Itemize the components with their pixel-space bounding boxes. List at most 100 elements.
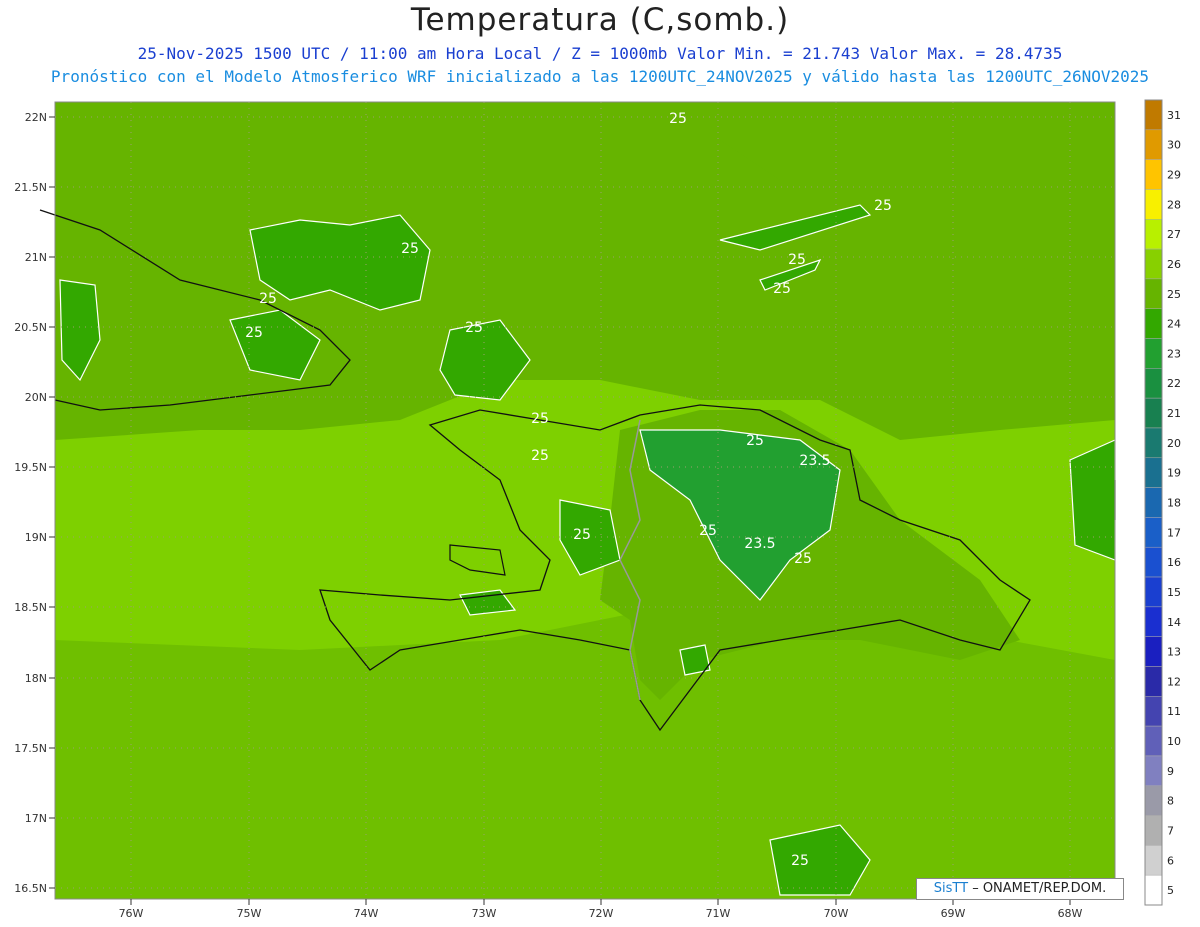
colorbar-swatch bbox=[1144, 189, 1163, 220]
colorbar-swatch bbox=[1144, 636, 1163, 667]
lat-label: 19N bbox=[25, 531, 47, 544]
colorbar-swatch bbox=[1144, 696, 1163, 727]
contour-label: 23.5 bbox=[744, 536, 775, 552]
colorbar-label: 31 bbox=[1167, 109, 1181, 122]
longitude-axis: 76W 75W 74W 73W 72W 71W 70W 69W 68W bbox=[119, 899, 1083, 920]
lat-label: 18N bbox=[25, 672, 47, 685]
contour-label: 25 bbox=[245, 325, 263, 341]
contour-label: 25 bbox=[699, 523, 717, 539]
lat-label: 17N bbox=[25, 812, 47, 825]
contour-label: 25 bbox=[746, 433, 764, 449]
colorbar-label: 14 bbox=[1167, 616, 1181, 629]
colorbar-label: 9 bbox=[1167, 765, 1174, 778]
colorbar-swatch bbox=[1144, 397, 1163, 429]
lon-label: 69W bbox=[941, 907, 966, 920]
contour-label: 25 bbox=[773, 281, 791, 297]
colorbar-label: 28 bbox=[1167, 198, 1181, 211]
lat-label: 20N bbox=[25, 391, 47, 404]
watermark: SisTT – ONAMET/REP.DOM. bbox=[916, 878, 1124, 900]
colorbar-swatch bbox=[1144, 546, 1163, 578]
colorbar-label: 19 bbox=[1167, 467, 1181, 480]
colorbar-swatch bbox=[1144, 129, 1163, 160]
colorbar-swatch bbox=[1144, 666, 1163, 697]
colorbar-label: 17 bbox=[1167, 526, 1181, 539]
colorbar-label: 30 bbox=[1167, 139, 1181, 152]
colorbar-label: 16 bbox=[1167, 556, 1181, 569]
colorbar: 31 30 29 28 27 26 25 24 23 22 21 20 19 18 17 16 15 14 13 12… bbox=[1144, 99, 1181, 906]
contour-label: 25 bbox=[531, 448, 549, 464]
lon-label: 68W bbox=[1058, 907, 1083, 920]
patch-barahona-25 bbox=[679, 644, 711, 676]
colorbar-label: 21 bbox=[1167, 407, 1181, 420]
colorbar-swatch bbox=[1144, 368, 1163, 399]
colorbar-swatch bbox=[1144, 487, 1163, 518]
temperature-map: 22N 21.5N 21N 20.5N 20N 19.5N 19N 18.5N 18N 17.5N… bbox=[14, 99, 1181, 920]
colorbar-label: 29 bbox=[1167, 169, 1181, 182]
colorbar-swatch bbox=[1144, 308, 1163, 339]
contour-label: 25 bbox=[401, 241, 419, 257]
colorbar-label: 20 bbox=[1167, 437, 1181, 450]
contour-label: 25 bbox=[531, 411, 549, 427]
lat-label: 16.5N bbox=[14, 882, 47, 895]
lon-label: 74W bbox=[354, 907, 379, 920]
lat-label: 17.5N bbox=[14, 742, 47, 755]
lat-label: 21.5N bbox=[14, 181, 47, 194]
colorbar-label: 23 bbox=[1167, 347, 1181, 360]
colorbar-label: 6 bbox=[1167, 854, 1174, 867]
contour-label: 23.5 bbox=[799, 453, 830, 469]
contour-label: 25 bbox=[465, 320, 483, 336]
patch-pr-25 bbox=[1069, 439, 1116, 561]
lon-label: 73W bbox=[472, 907, 497, 920]
colorbar-swatch bbox=[1144, 517, 1163, 548]
colorbar-swatch bbox=[1144, 159, 1163, 190]
lon-label: 75W bbox=[237, 907, 262, 920]
colorbar-swatch bbox=[1144, 815, 1163, 846]
colorbar-swatch bbox=[1144, 338, 1163, 369]
colorbar-label: 24 bbox=[1167, 318, 1181, 331]
watermark-text: – ONAMET/REP.DOM. bbox=[968, 881, 1107, 896]
contour-label: 25 bbox=[794, 551, 812, 567]
colorbar-label: 22 bbox=[1167, 377, 1181, 390]
colorbar-swatch bbox=[1144, 785, 1163, 816]
colorbar-swatch bbox=[1144, 576, 1163, 608]
colorbar-label: 25 bbox=[1167, 288, 1181, 301]
colorbar-swatch bbox=[1144, 845, 1163, 876]
colorbar-swatch bbox=[1144, 755, 1163, 786]
lon-label: 72W bbox=[589, 907, 614, 920]
colorbar-label: 5 bbox=[1167, 884, 1174, 897]
latitude-axis: 22N 21.5N 21N 20.5N 20N 19.5N 19N 18.5N 18N 17.5N… bbox=[14, 111, 55, 895]
colorbar-swatch bbox=[1144, 219, 1163, 250]
contour-label: 25 bbox=[669, 111, 687, 127]
colorbar-label: 27 bbox=[1167, 228, 1181, 241]
lon-label: 76W bbox=[119, 907, 144, 920]
colorbar-label: 18 bbox=[1167, 497, 1181, 510]
lat-label: 20.5N bbox=[14, 321, 47, 334]
colorbar-label: 11 bbox=[1167, 705, 1181, 718]
colorbar-label: 12 bbox=[1167, 675, 1181, 688]
colorbar-swatch bbox=[1144, 248, 1163, 280]
colorbar-label: 13 bbox=[1167, 646, 1181, 659]
colorbar-swatch bbox=[1144, 457, 1163, 488]
contour-label: 25 bbox=[874, 198, 892, 214]
colorbar-swatch bbox=[1144, 278, 1163, 309]
lat-label: 19.5N bbox=[14, 461, 47, 474]
lat-label: 21N bbox=[25, 251, 47, 264]
colorbar-swatch bbox=[1144, 874, 1163, 906]
lon-label: 70W bbox=[824, 907, 849, 920]
colorbar-label: 26 bbox=[1167, 258, 1181, 271]
colorbar-swatch bbox=[1144, 725, 1163, 757]
contour-label: 25 bbox=[259, 291, 277, 307]
colorbar-swatch bbox=[1144, 427, 1163, 459]
colorbar-label: 8 bbox=[1167, 795, 1174, 808]
lat-label: 18.5N bbox=[14, 601, 47, 614]
lon-label: 71W bbox=[706, 907, 731, 920]
colorbar-label: 15 bbox=[1167, 586, 1181, 599]
contour-label: 25 bbox=[573, 527, 591, 543]
lat-label: 22N bbox=[25, 111, 47, 124]
colorbar-label: 7 bbox=[1167, 824, 1174, 837]
contour-label: 25 bbox=[791, 853, 809, 869]
colorbar-swatch bbox=[1144, 606, 1163, 637]
colorbar-swatch bbox=[1144, 99, 1163, 131]
watermark-brand: SisTT bbox=[933, 881, 969, 896]
contour-label: 25 bbox=[788, 252, 806, 268]
